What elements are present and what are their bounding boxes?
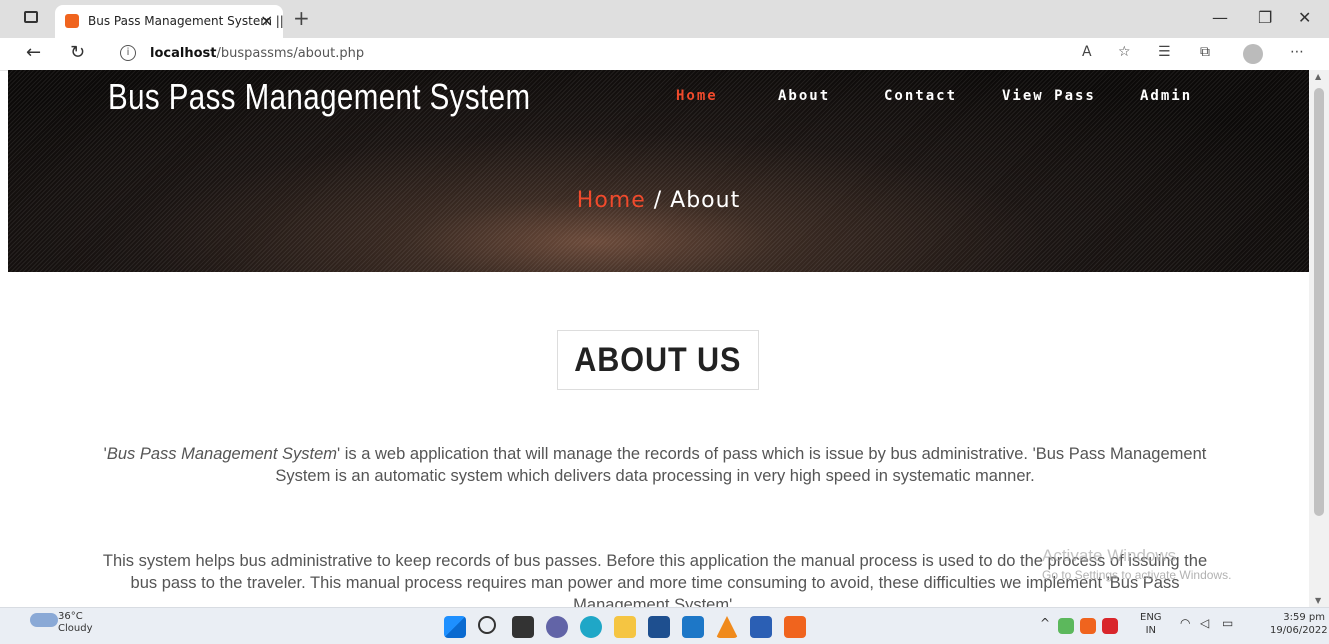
more-options-icon[interactable]: ⋯: [1290, 44, 1304, 60]
close-window-icon[interactable]: ✕: [1298, 8, 1311, 27]
url-text[interactable]: localhost/buspassms/about.php: [150, 46, 364, 61]
page-scrollbar[interactable]: ▲ ▼: [1309, 70, 1329, 607]
breadcrumb: Home / About: [8, 188, 1309, 213]
file-explorer-icon[interactable]: [614, 616, 636, 638]
clock-date: 19/06/2022: [1270, 625, 1328, 636]
scroll-up-icon[interactable]: ▲: [1315, 72, 1321, 81]
restore-icon[interactable]: ❐: [1258, 8, 1272, 27]
address-bar: ← ↻ i localhost/buspassms/about.php A ☆ …: [0, 38, 1329, 71]
tray-xampp-icon[interactable]: [1080, 618, 1096, 634]
battery-icon[interactable]: ▭: [1222, 616, 1233, 630]
nav-view-pass[interactable]: View Pass: [1002, 88, 1096, 104]
breadcrumb-home[interactable]: Home: [577, 188, 646, 213]
region-code: IN: [1145, 625, 1156, 636]
watermark-title: Activate Windows: [1042, 546, 1177, 565]
breadcrumb-current: About: [670, 188, 741, 213]
nav-admin[interactable]: Admin: [1140, 88, 1192, 104]
search-icon[interactable]: [478, 616, 496, 634]
favicon-icon: [65, 14, 79, 28]
clock[interactable]: 3:59 pm 19/06/2022: [1270, 611, 1328, 637]
collections-icon[interactable]: ⧉: [1200, 44, 1210, 60]
nav-contact[interactable]: Contact: [884, 88, 957, 104]
profile-avatar[interactable]: [1243, 44, 1263, 64]
paragraph-1-text: ' is a web application that will manage …: [275, 445, 1207, 485]
url-box[interactable]: i localhost/buspassms/about.php: [110, 41, 1120, 67]
language-indicator[interactable]: ENG IN: [1140, 611, 1162, 637]
browser-tab-bar: Bus Pass Management System || × + — ❐ ✕: [0, 0, 1329, 38]
tray-antivirus-icon[interactable]: [1102, 618, 1118, 634]
breadcrumb-separator: /: [645, 188, 671, 213]
chat-icon[interactable]: [546, 616, 568, 638]
new-tab-icon[interactable]: +: [293, 6, 310, 30]
tab-title: Bus Pass Management System ||: [88, 14, 284, 28]
favorites-icon[interactable]: ☰: [1158, 44, 1171, 60]
chevron-up-icon[interactable]: ^: [1040, 616, 1050, 630]
refresh-icon[interactable]: ↻: [70, 42, 85, 63]
wifi-icon[interactable]: ◠: [1180, 616, 1190, 630]
tray-app-icon[interactable]: [1058, 618, 1074, 634]
scroll-thumb[interactable]: [1314, 88, 1324, 516]
close-tab-icon[interactable]: ×: [260, 11, 273, 30]
nav-home[interactable]: Home: [676, 88, 718, 104]
taskbar: 36°C Cloudy ^ ENG IN ◠ ◁ ▭ 3:59 pm 19/06…: [0, 607, 1329, 644]
page-title: ABOUT US: [574, 341, 742, 379]
nav-about[interactable]: About: [778, 88, 830, 104]
about-heading-box: ABOUT US: [557, 330, 759, 390]
xampp-icon[interactable]: [784, 616, 806, 638]
hero-header: Bus Pass Management System Home About Co…: [8, 70, 1309, 272]
edge-icon[interactable]: [580, 616, 602, 638]
mail-icon[interactable]: [682, 616, 704, 638]
site-brand[interactable]: Bus Pass Management System: [108, 76, 530, 118]
weather-condition: Cloudy: [58, 623, 93, 634]
store-icon[interactable]: [648, 616, 670, 638]
scroll-down-icon[interactable]: ▼: [1315, 596, 1321, 605]
minimize-icon[interactable]: —: [1212, 8, 1228, 27]
start-icon[interactable]: [444, 616, 466, 638]
back-icon[interactable]: ←: [26, 42, 41, 63]
volume-icon[interactable]: ◁: [1200, 616, 1209, 630]
tab-actions-icon[interactable]: [24, 11, 38, 23]
watermark-subtitle: Go to Settings to activate Windows.: [1042, 568, 1232, 582]
add-favorite-icon[interactable]: ☆: [1118, 44, 1131, 60]
browser-tab[interactable]: Bus Pass Management System || ×: [55, 5, 284, 38]
activate-windows-watermark: Activate Windows Go to Settings to activ…: [1042, 546, 1231, 582]
weather-temp: 36°C: [58, 611, 83, 622]
weather-icon[interactable]: [30, 613, 58, 627]
system-name-emphasis: Bus Pass Management System: [106, 445, 338, 463]
vlc-icon[interactable]: [716, 616, 738, 638]
word-icon[interactable]: [750, 616, 772, 638]
about-paragraph-1: 'Bus Pass Management System' is a web ap…: [103, 445, 1207, 485]
info-icon[interactable]: i: [120, 45, 136, 61]
clock-time: 3:59 pm: [1283, 612, 1325, 623]
language-code: ENG: [1140, 612, 1162, 623]
task-view-icon[interactable]: [512, 616, 534, 638]
weather-widget[interactable]: 36°C Cloudy: [58, 611, 92, 635]
read-aloud-icon[interactable]: A: [1082, 44, 1092, 60]
